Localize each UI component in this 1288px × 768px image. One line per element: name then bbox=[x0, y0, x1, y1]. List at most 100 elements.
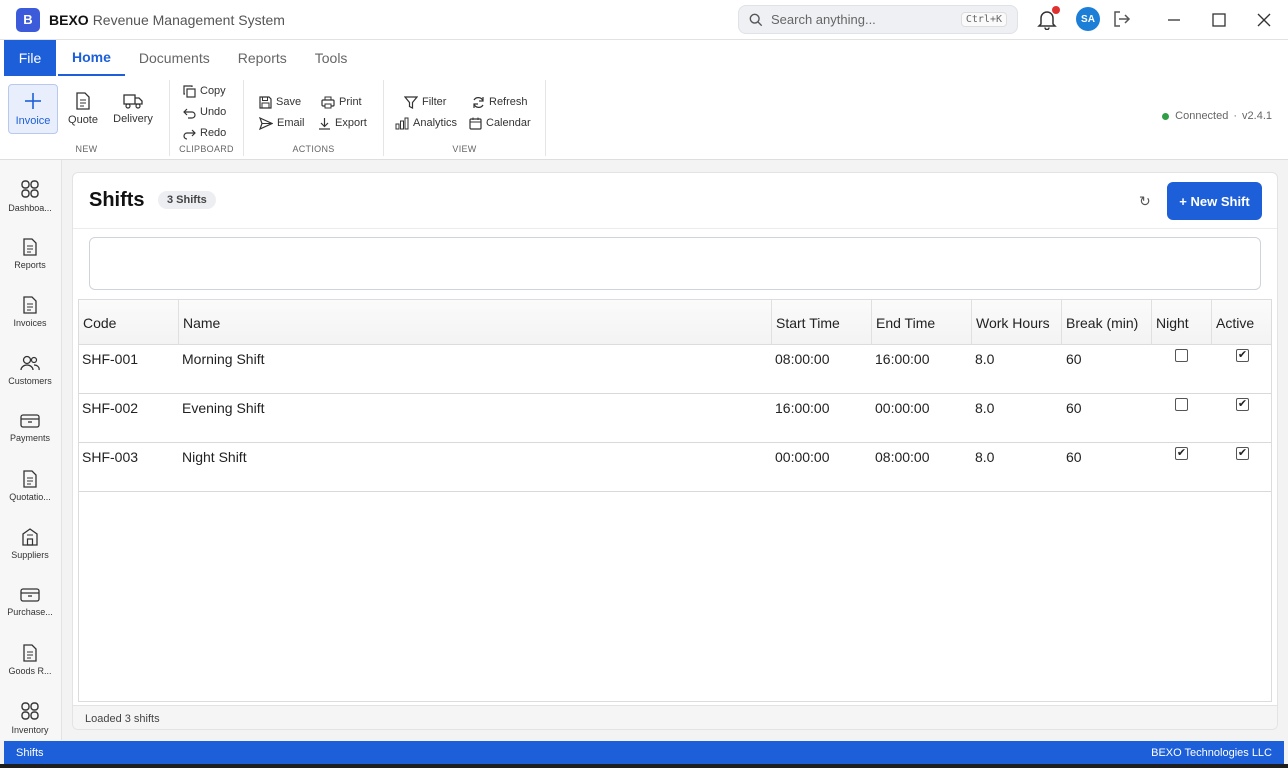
table-row[interactable]: SHF-003 Night Shift 00:00:00 08:00:00 8.… bbox=[79, 443, 1271, 492]
sidebar-item-payments[interactable]: Payments bbox=[0, 402, 60, 454]
connection-dot bbox=[1162, 112, 1170, 120]
sidebar-item-quotations[interactable]: Quotatio... bbox=[0, 460, 60, 512]
calendar-icon bbox=[469, 117, 482, 130]
night-checkbox[interactable] bbox=[1175, 349, 1188, 362]
download-icon bbox=[319, 117, 330, 130]
shifts-table: Code Name Start Time End Time Work Hours… bbox=[78, 299, 1272, 702]
tab-tools[interactable]: Tools bbox=[301, 40, 362, 76]
avatar[interactable]: SA bbox=[1076, 7, 1100, 31]
sidebar-item-suppliers[interactable]: Suppliers bbox=[0, 518, 60, 570]
tab-documents[interactable]: Documents bbox=[125, 40, 224, 76]
search-shortcut: Ctrl+K bbox=[960, 12, 1007, 27]
redo-button[interactable]: Redo bbox=[183, 124, 226, 142]
undo-button[interactable]: Undo bbox=[183, 103, 226, 121]
sidebar-item-customers[interactable]: Customers bbox=[0, 344, 60, 396]
card-icon bbox=[20, 588, 40, 602]
connection-status: Connected · v2.4.1 bbox=[1162, 110, 1272, 122]
close-button[interactable] bbox=[1252, 8, 1276, 32]
refresh-icon bbox=[473, 96, 484, 108]
filter-area[interactable] bbox=[89, 237, 1261, 290]
cell-name: Evening Shift bbox=[182, 400, 265, 416]
status-right: BEXO Technologies LLC bbox=[1151, 746, 1272, 759]
column-header-code[interactable]: Code bbox=[79, 300, 179, 345]
ribbon-group-label-clipboard: CLIPBOARD bbox=[179, 144, 234, 154]
new-shift-button[interactable]: + New Shift bbox=[1167, 182, 1262, 220]
printer-icon bbox=[321, 96, 335, 108]
shifts-panel: Shifts 3 Shifts ↻ + New Shift Code Name … bbox=[72, 172, 1278, 730]
analytics-button[interactable]: Analytics bbox=[395, 114, 457, 132]
document-icon bbox=[23, 296, 37, 314]
delivery-button[interactable]: Delivery bbox=[108, 84, 158, 134]
grid-icon bbox=[21, 702, 39, 720]
invoice-button[interactable]: Invoice bbox=[8, 84, 58, 134]
refresh-button[interactable]: Refresh bbox=[472, 93, 528, 111]
header-divider bbox=[73, 228, 1277, 229]
minimize-button[interactable] bbox=[1162, 8, 1186, 32]
sidebar-item-dashboard[interactable]: Dashboa... bbox=[0, 170, 60, 222]
truck-icon bbox=[123, 94, 143, 109]
column-header-night[interactable]: Night bbox=[1152, 300, 1212, 345]
cell-name: Morning Shift bbox=[182, 351, 265, 367]
sidebar-item-purchases[interactable]: Purchase... bbox=[0, 576, 60, 628]
copy-button[interactable]: Copy bbox=[183, 82, 226, 100]
cell-work-hours: 8.0 bbox=[975, 449, 995, 465]
version-label: v2.4.1 bbox=[1242, 110, 1272, 122]
logout-icon[interactable] bbox=[1112, 9, 1132, 29]
title-bar: B BEXO Revenue Management System Search … bbox=[0, 0, 1288, 40]
cell-break: 60 bbox=[1066, 449, 1082, 465]
maximize-button[interactable] bbox=[1207, 8, 1231, 32]
cell-work-hours: 8.0 bbox=[975, 351, 995, 367]
export-button[interactable]: Export bbox=[318, 114, 367, 132]
column-header-end-time[interactable]: End Time bbox=[872, 300, 972, 345]
tab-file[interactable]: File bbox=[4, 40, 56, 76]
sidebar-item-inventory[interactable]: Inventory bbox=[0, 692, 60, 744]
active-checkbox[interactable]: ✔ bbox=[1236, 447, 1249, 460]
document-icon bbox=[23, 238, 37, 256]
tab-reports[interactable]: Reports bbox=[224, 40, 301, 76]
app-logo: B bbox=[16, 7, 40, 32]
active-checkbox[interactable]: ✔ bbox=[1236, 398, 1249, 411]
tab-home[interactable]: Home bbox=[58, 40, 125, 76]
search-input[interactable]: Search anything... bbox=[771, 12, 876, 27]
filter-button[interactable]: Filter bbox=[404, 93, 446, 111]
status-left: Shifts bbox=[16, 746, 44, 759]
ribbon-group-new: Invoice Quote Delivery NEW bbox=[4, 80, 170, 156]
menu-bar: File Home Documents Reports Tools bbox=[0, 40, 1288, 76]
column-header-break[interactable]: Break (min) bbox=[1062, 300, 1152, 345]
search-box[interactable]: Search anything... Ctrl+K bbox=[738, 5, 1018, 34]
column-header-start-time[interactable]: Start Time bbox=[772, 300, 872, 345]
send-icon bbox=[259, 116, 273, 130]
bar-chart-icon bbox=[395, 117, 409, 129]
night-checkbox[interactable] bbox=[1175, 398, 1188, 411]
reload-icon[interactable]: ↻ bbox=[1139, 193, 1151, 210]
redo-icon bbox=[183, 129, 196, 140]
save-button[interactable]: Save bbox=[259, 93, 301, 111]
cell-break: 60 bbox=[1066, 400, 1082, 416]
sidebar-item-goods-received[interactable]: Goods R... bbox=[0, 634, 60, 686]
panel-footer: Loaded 3 shifts bbox=[73, 705, 1277, 729]
grid-icon bbox=[21, 180, 39, 198]
column-header-work-hours[interactable]: Work Hours bbox=[972, 300, 1062, 345]
ribbon-group-label-view: VIEW bbox=[452, 144, 477, 154]
ribbon-group-view: Filter Refresh Analytics Calendar VIEW bbox=[384, 80, 546, 156]
cell-end-time: 16:00:00 bbox=[875, 351, 930, 367]
column-header-active[interactable]: Active bbox=[1212, 300, 1273, 345]
table-row[interactable]: SHF-002 Evening Shift 16:00:00 00:00:00 … bbox=[79, 394, 1271, 443]
print-button[interactable]: Print bbox=[321, 93, 362, 111]
sidebar-item-reports[interactable]: Reports bbox=[0, 228, 60, 280]
users-icon bbox=[20, 355, 40, 371]
sidebar-item-invoices[interactable]: Invoices bbox=[0, 286, 60, 338]
quote-button[interactable]: Quote bbox=[58, 84, 108, 134]
active-checkbox[interactable]: ✔ bbox=[1236, 349, 1249, 362]
ribbon-group-label-actions: ACTIONS bbox=[292, 144, 335, 154]
calendar-button[interactable]: Calendar bbox=[469, 114, 531, 132]
email-button[interactable]: Email bbox=[259, 114, 305, 132]
table-row[interactable]: SHF-001 Morning Shift 08:00:00 16:00:00 … bbox=[79, 345, 1271, 394]
night-checkbox[interactable]: ✔ bbox=[1175, 447, 1188, 460]
bottom-strip bbox=[0, 764, 1288, 768]
close-icon bbox=[1257, 13, 1271, 27]
ribbon-group-actions: Save Print Email Export ACTIONS bbox=[244, 80, 384, 156]
filter-icon bbox=[404, 95, 418, 109]
document-icon bbox=[76, 92, 90, 110]
column-header-name[interactable]: Name bbox=[179, 300, 772, 345]
